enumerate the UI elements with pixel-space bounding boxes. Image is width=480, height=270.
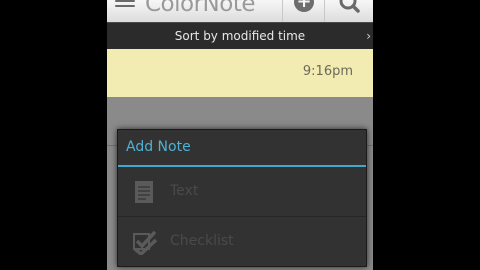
note-time: 9:16pm <box>302 64 353 79</box>
option-checklist[interactable]: Checklist <box>118 217 366 265</box>
phone-screen: ColorNote + Sort by modified time › 9:16… <box>107 0 373 270</box>
dialog-title: Add Note <box>126 139 191 155</box>
app-title: ColorNote <box>145 0 256 17</box>
app-bar: ColorNote + <box>107 0 373 22</box>
document-icon <box>135 181 153 203</box>
sort-bar[interactable]: Sort by modified time › <box>107 22 373 49</box>
plus-icon: + <box>294 0 314 12</box>
chevron-right-icon: › <box>366 29 371 43</box>
menu-icon[interactable] <box>115 0 135 10</box>
option-text-label: Text <box>170 183 199 199</box>
search-icon <box>339 0 360 13</box>
add-note-button[interactable]: + <box>282 0 325 22</box>
search-button[interactable] <box>324 0 373 22</box>
sort-label: Sort by modified time <box>174 29 306 43</box>
option-text[interactable]: Text <box>118 167 366 215</box>
checklist-icon <box>133 230 158 255</box>
add-note-dialog: Add Note Text Checklist <box>117 129 367 267</box>
note-list: 9:16pm Add Note Text Checklist <box>107 49 373 270</box>
option-checklist-label: Checklist <box>170 233 234 249</box>
note-item[interactable]: 9:16pm <box>107 49 373 97</box>
